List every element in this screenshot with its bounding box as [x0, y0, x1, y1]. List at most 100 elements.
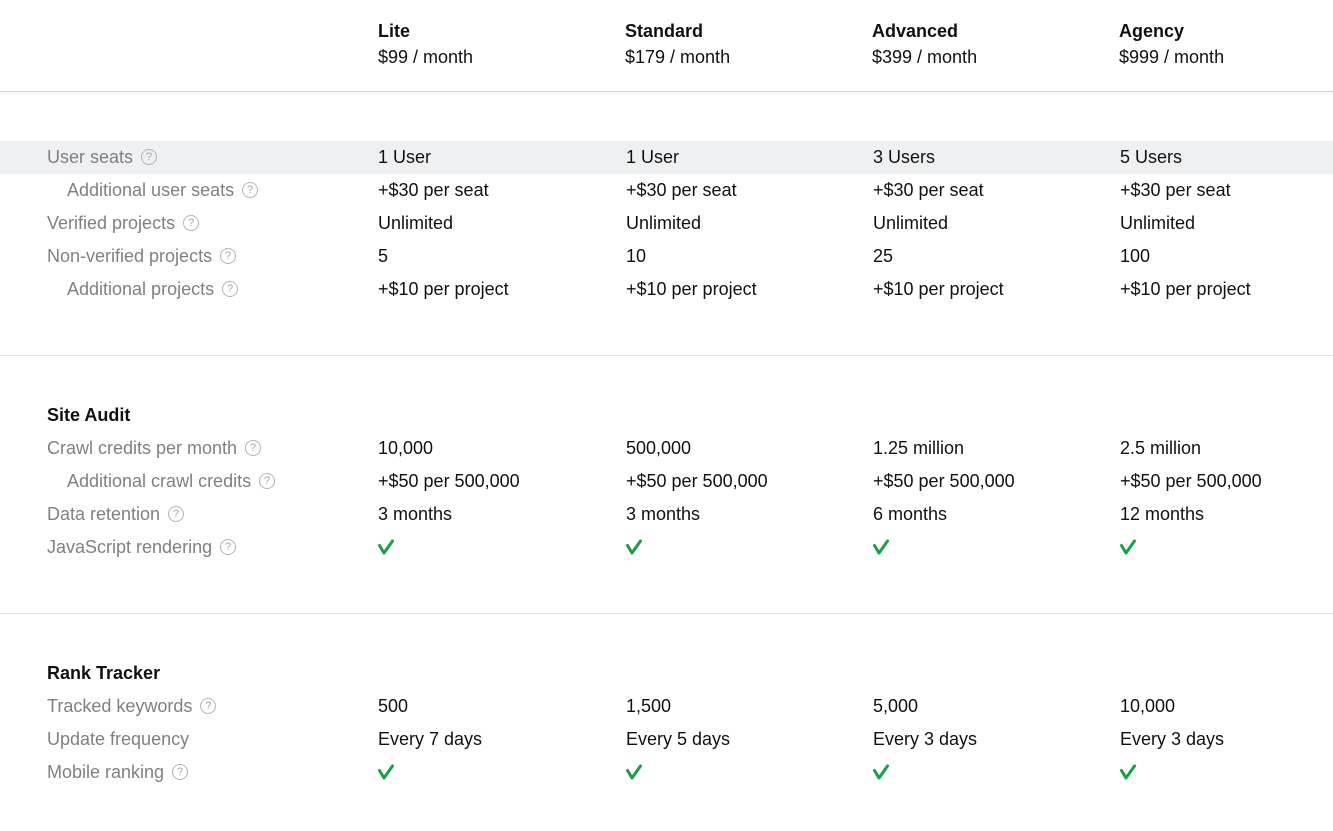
row-label-text: JavaScript rendering [47, 537, 213, 557]
help-icon[interactable]: ? [259, 472, 276, 489]
row-data-retention: Data retention? 3 months 3 months 6 mont… [0, 498, 1333, 531]
plans-header: Lite $99 / month Standard $179 / month A… [0, 0, 1333, 92]
row-label: Update frequency [47, 723, 189, 756]
row-label-text: Non-verified projects [47, 246, 213, 266]
cell-lite: 3 months [378, 504, 453, 524]
section-title-rank-tracker: Rank Tracker [47, 663, 161, 683]
row-label: Verified projects? [47, 207, 200, 240]
cell-standard: 1,500 [626, 696, 672, 716]
cell-agency: +$30 per seat [1120, 180, 1231, 200]
help-icon[interactable]: ? [220, 538, 237, 555]
row-label-text: Additional user seats [67, 180, 235, 200]
row-label: Additional crawl credits? [67, 465, 276, 498]
checkmark-icon [873, 539, 889, 555]
row-additional-crawl-credits: Additional crawl credits? +$50 per 500,0… [0, 465, 1333, 498]
plan-name: Lite [378, 21, 411, 41]
help-icon[interactable]: ? [183, 214, 200, 231]
checkmark-icon [626, 764, 642, 780]
cell-agency: 5 Users [1120, 147, 1183, 167]
section-title-site-audit: Site Audit [47, 405, 131, 425]
section-divider [0, 613, 1333, 614]
cell-advanced: 3 Users [873, 147, 936, 167]
cell-advanced: +$10 per project [873, 279, 1004, 299]
row-label-text: Data retention [47, 504, 161, 524]
cell-standard: 3 months [626, 504, 701, 524]
cell-standard: 1 User [626, 147, 680, 167]
help-icon[interactable]: ? [245, 439, 262, 456]
plan-name: Standard [625, 21, 704, 41]
cell-advanced: +$30 per seat [873, 180, 984, 200]
checkmark-icon [378, 539, 394, 555]
row-tracked-keywords: Tracked keywords? 500 1,500 5,000 10,000 [0, 690, 1333, 723]
row-label-text: Tracked keywords [47, 696, 193, 716]
cell-advanced: 25 [873, 246, 894, 266]
cell-agency: Every 3 days [1120, 729, 1225, 749]
cell-standard: 500,000 [626, 438, 692, 458]
cell-lite: 10,000 [378, 438, 434, 458]
cell-lite: Every 7 days [378, 729, 483, 749]
row-label: Crawl credits per month? [47, 432, 262, 465]
row-user-seats: User seats? 1 User 1 User 3 Users 5 User… [0, 141, 1333, 174]
checkmark-icon [626, 539, 642, 555]
plan-agency: Agency $999 / month [1119, 19, 1224, 71]
help-icon[interactable]: ? [220, 247, 237, 264]
plan-lite: Lite $99 / month [378, 19, 473, 71]
row-label: Non-verified projects? [47, 240, 237, 273]
cell-standard: 10 [626, 246, 647, 266]
row-label-text: Mobile ranking [47, 762, 165, 782]
cell-lite: 1 User [378, 147, 432, 167]
cell-lite: +$50 per 500,000 [378, 471, 520, 491]
row-non-verified-projects: Non-verified projects? 5 10 25 100 [0, 240, 1333, 273]
plan-price: $99 / month [378, 47, 474, 67]
cell-standard: +$50 per 500,000 [626, 471, 768, 491]
cell-agency: +$50 per 500,000 [1120, 471, 1262, 491]
help-icon[interactable]: ? [200, 697, 217, 714]
help-icon[interactable]: ? [242, 181, 259, 198]
checkmark-icon [873, 764, 889, 780]
cell-advanced: 1.25 million [873, 438, 965, 458]
cell-standard: +$30 per seat [626, 180, 737, 200]
row-label-text: Update frequency [47, 729, 190, 749]
cell-standard: Unlimited [626, 213, 702, 233]
pricing-comparison-page: Lite $99 / month Standard $179 / month A… [0, 0, 1333, 831]
cell-lite: +$10 per project [378, 279, 509, 299]
row-update-frequency: Update frequency Every 7 days Every 5 da… [0, 723, 1333, 756]
plan-name: Advanced [872, 21, 959, 41]
plan-price: $999 / month [1119, 47, 1225, 67]
cell-agency: 2.5 million [1120, 438, 1202, 458]
cell-agency: 12 months [1120, 504, 1205, 524]
row-crawl-credits: Crawl credits per month? 10,000 500,000 … [0, 432, 1333, 465]
row-label: Tracked keywords? [47, 690, 217, 723]
checkmark-icon [1120, 539, 1136, 555]
row-label: Additional user seats? [67, 174, 259, 207]
cell-agency: 100 [1120, 246, 1151, 266]
cell-lite: 500 [378, 696, 409, 716]
cell-lite: +$30 per seat [378, 180, 489, 200]
row-label-text: User seats [47, 147, 134, 167]
section-divider [0, 355, 1333, 356]
row-additional-user-seats: Additional user seats? +$30 per seat +$3… [0, 174, 1333, 207]
row-label: JavaScript rendering? [47, 531, 237, 564]
row-label: Mobile ranking? [47, 756, 189, 789]
checkmark-icon [378, 764, 394, 780]
row-label: Additional projects? [67, 273, 239, 306]
cell-lite: 5 [378, 246, 389, 266]
help-icon[interactable]: ? [168, 505, 185, 522]
help-icon[interactable]: ? [222, 280, 239, 297]
help-icon[interactable]: ? [141, 148, 158, 165]
plan-advanced: Advanced $399 / month [872, 19, 977, 71]
cell-agency: +$10 per project [1120, 279, 1251, 299]
cell-advanced: 5,000 [873, 696, 919, 716]
cell-advanced: +$50 per 500,000 [873, 471, 1015, 491]
help-icon[interactable]: ? [172, 763, 189, 780]
cell-lite: Unlimited [378, 213, 454, 233]
plan-standard: Standard $179 / month [625, 19, 730, 71]
row-label-text: Crawl credits per month [47, 438, 238, 458]
row-label: User seats? [47, 141, 158, 174]
row-additional-projects: Additional projects? +$10 per project +$… [0, 273, 1333, 306]
cell-advanced: 6 months [873, 504, 948, 524]
cell-agency: 10,000 [1120, 696, 1176, 716]
row-label-text: Verified projects [47, 213, 176, 233]
plan-price: $179 / month [625, 47, 731, 67]
row-mobile-ranking: Mobile ranking? [0, 756, 1333, 789]
